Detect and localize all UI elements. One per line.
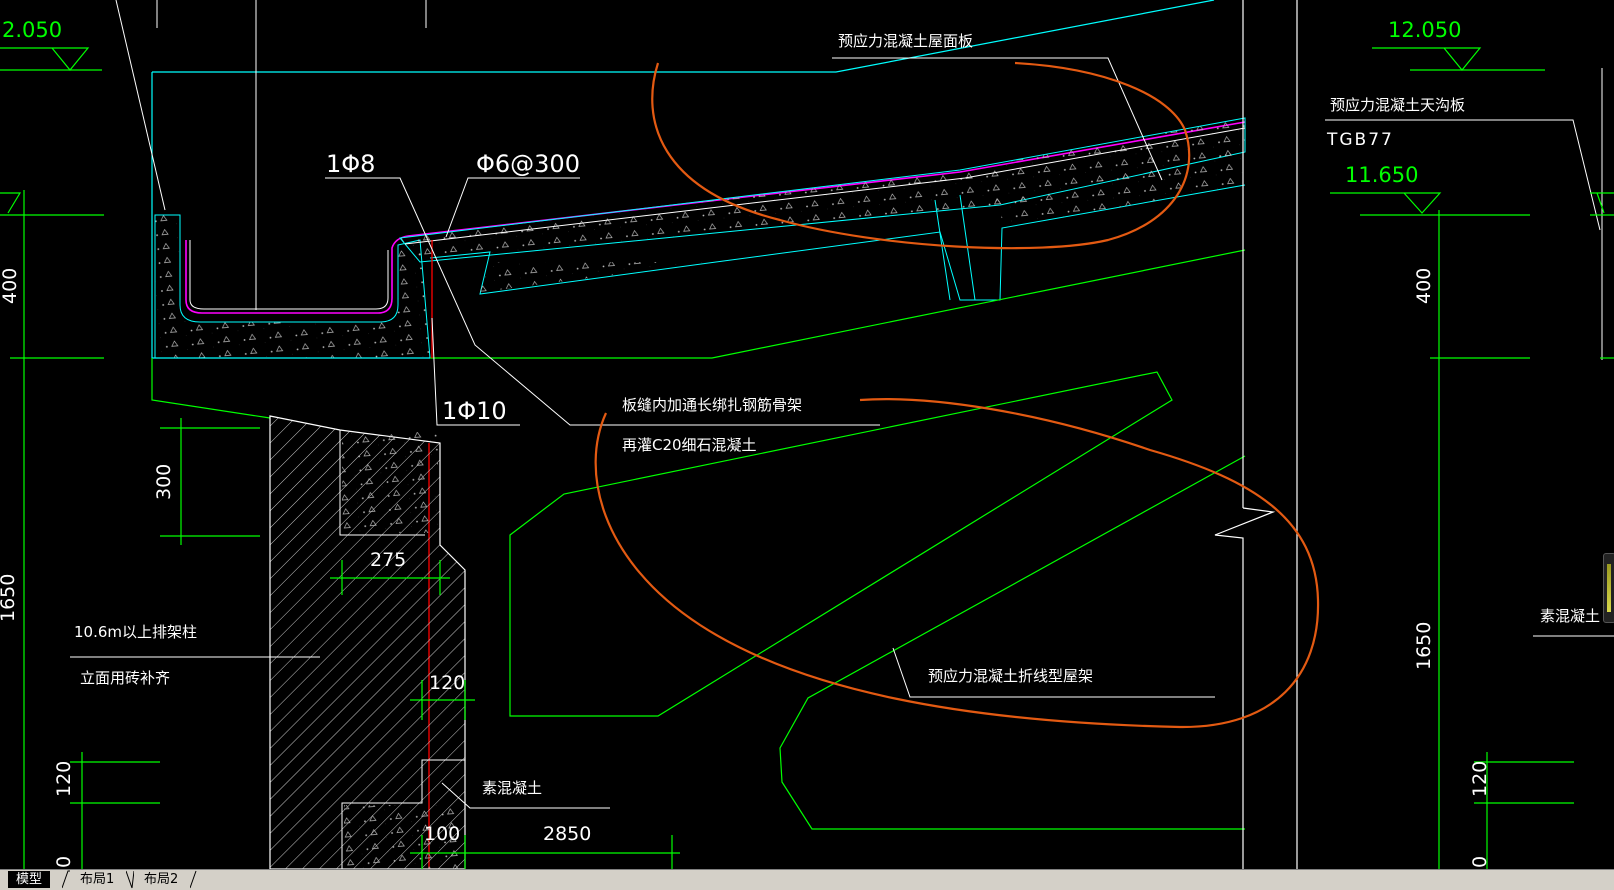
note-roof-panel: 预应力混凝土屋面板 [838, 32, 973, 50]
note-gutter-panel: 预应力混凝土天沟板 [1330, 96, 1465, 114]
dim-right-120: 120 [1469, 761, 1491, 797]
dim-right-bottom: 0 [1469, 856, 1491, 868]
tab-separator-icon [62, 870, 70, 889]
note-plain-concrete-right: 素混凝土 [1540, 607, 1600, 625]
dim-100: 100 [424, 823, 460, 845]
note-gutter-code: TGB77 [1326, 130, 1394, 150]
tab-separator-icon [190, 870, 197, 889]
note-plain-concrete-left: 素混凝土 [482, 779, 542, 797]
zoom-slider[interactable] [1603, 553, 1614, 623]
rebar-top-label: 1Φ8 [326, 150, 375, 178]
tab-separator-icon [126, 870, 134, 889]
tab-layout2[interactable]: 布局2 [136, 871, 186, 888]
dim-left-1650: 1650 [0, 574, 19, 622]
dim-left-120: 120 [53, 761, 75, 797]
elevation-left-top: 2.050 [2, 18, 62, 42]
note-joint-line1: 板缝内加通长绑扎钢筋骨架 [622, 396, 802, 414]
dim-275: 275 [370, 549, 406, 571]
note-truss: 预应力混凝土折线型屋架 [928, 667, 1093, 685]
rebar-stirrup-label: Φ6@300 [476, 150, 580, 178]
note-column-line1: 10.6m以上排架柱 [74, 623, 197, 641]
drawing-labels: 2.050 12.050 11.650 1Φ8 Φ6@300 1Φ10 预应力混… [0, 18, 1600, 868]
dim-left-300: 300 [153, 464, 175, 500]
truss-outline [509, 371, 1246, 830]
rebar-bottom-label: 1Φ10 [442, 397, 507, 425]
column-section [269, 415, 466, 869]
tab-layout1[interactable]: 布局1 [72, 871, 122, 888]
elevation-right-second: 11.650 [1345, 163, 1418, 187]
tab-model[interactable]: 模型 [8, 871, 51, 888]
note-joint-line2: 再灌C20细石混凝土 [622, 436, 757, 454]
cad-drawing-canvas[interactable]: 2.050 12.050 11.650 1Φ8 Φ6@300 1Φ10 预应力混… [0, 0, 1614, 869]
dim-2850: 2850 [543, 823, 591, 845]
layout-tab-bar: 模型 布局1 布局2 [0, 869, 1614, 890]
dim-left-400: 400 [0, 268, 21, 304]
note-column-line2: 立面用砖补齐 [80, 669, 170, 687]
dim-right-1650: 1650 [1413, 622, 1435, 670]
dim-120: 120 [429, 672, 465, 694]
dim-right-400: 400 [1413, 268, 1435, 304]
elevation-right-top: 12.050 [1388, 18, 1461, 42]
dim-left-bottom: 0 [53, 856, 75, 868]
